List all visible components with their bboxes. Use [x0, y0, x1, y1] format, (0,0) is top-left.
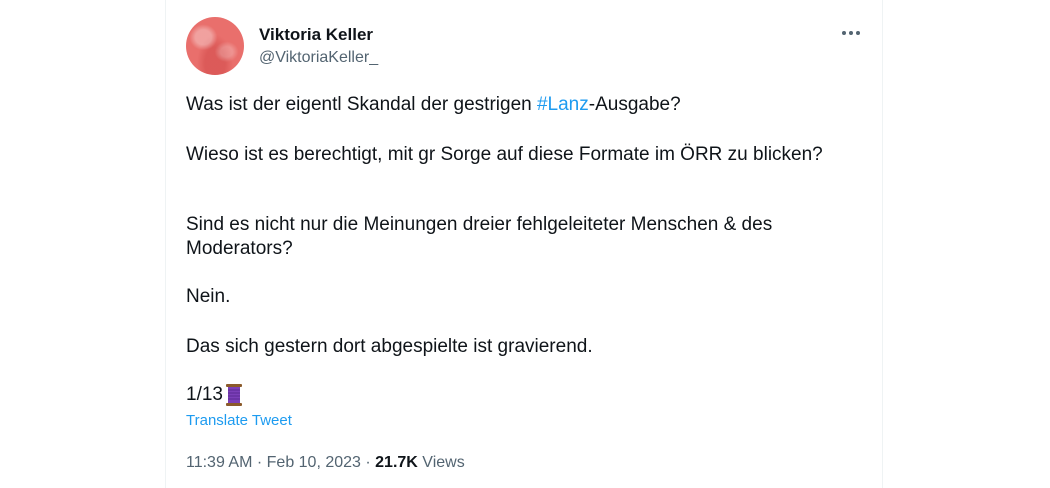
tweet-date[interactable]: Feb 10, 2023 — [267, 454, 361, 471]
tweet-paragraph-6: 1/13 — [186, 383, 244, 407]
text-segment: Was ist der eigentl Skandal der gestrige… — [186, 94, 537, 115]
tweet-meta: 11:39 AM · Feb 10, 2023 · 21.7K Views — [186, 454, 465, 472]
dot — [842, 31, 846, 35]
views-count[interactable]: 21.7K — [375, 454, 418, 471]
views-label: Views — [417, 454, 465, 471]
tweet-paragraph-3: Sind es nicht nur die Meinungen dreier f… — [186, 214, 773, 259]
meta-separator: · — [252, 454, 267, 471]
translate-tweet-link[interactable]: Translate Tweet — [186, 412, 292, 429]
author-handle[interactable]: @ViktoriaKeller_ — [259, 49, 378, 67]
dot — [856, 31, 860, 35]
thread-counter: 1/13 — [186, 384, 223, 405]
dot — [849, 31, 853, 35]
tweet-paragraph-1: Was ist der eigentl Skandal der gestrige… — [186, 93, 681, 117]
hashtag-link[interactable]: #Lanz — [537, 94, 589, 115]
text-segment: -Ausgabe? — [588, 94, 681, 115]
tweet-card: Viktoria Keller @ViktoriaKeller_ Was ist… — [165, 0, 883, 488]
tweet-paragraph-2: Wieso ist es berechtigt, mit gr Sorge au… — [186, 144, 823, 165]
avatar[interactable] — [186, 17, 244, 75]
tweet-time[interactable]: 11:39 AM — [186, 454, 252, 471]
thread-spool-icon — [225, 384, 242, 406]
meta-separator: · — [360, 454, 376, 471]
more-options-icon[interactable] — [838, 21, 864, 45]
author-name[interactable]: Viktoria Keller — [259, 25, 373, 45]
tweet-paragraph-5: Das sich gestern dort abgespielte ist gr… — [186, 336, 593, 357]
tweet-paragraph-4: Nein. — [186, 286, 231, 307]
